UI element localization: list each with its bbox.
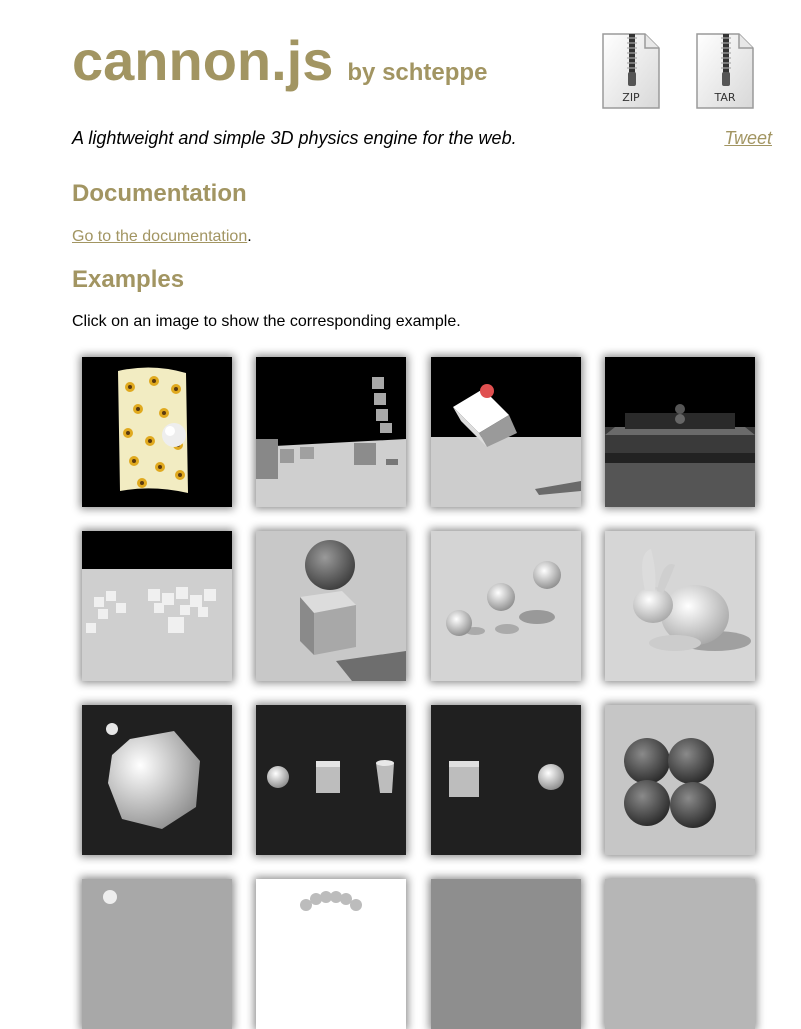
example-thumb-sphere-on-box[interactable] xyxy=(256,531,406,681)
example-thumb-falling-box[interactable] xyxy=(431,357,581,507)
tar-label: TAR xyxy=(714,91,736,104)
example-thumb-light-scene[interactable] xyxy=(605,879,755,1029)
examples-heading: Examples xyxy=(72,266,185,293)
example-thumb-gray-scene[interactable] xyxy=(431,879,581,1029)
zip-download-button[interactable]: ZIP xyxy=(601,32,661,110)
example-thumb-sphere-cluster[interactable] xyxy=(605,705,755,855)
documentation-heading: Documentation xyxy=(72,180,247,207)
example-thumb-box-tower[interactable] xyxy=(256,357,406,507)
byline: by schteppe xyxy=(347,59,488,86)
example-thumb-box-and-sphere[interactable] xyxy=(431,705,581,855)
documentation-line: Go to the documentation. xyxy=(72,227,252,247)
example-thumb-box-field[interactable] xyxy=(82,531,232,681)
example-thumb-stacked-walls[interactable] xyxy=(605,357,755,507)
example-thumb-bunny[interactable] xyxy=(605,531,755,681)
documentation-suffix: . xyxy=(247,228,252,245)
example-thumb-bouncing-spheres[interactable] xyxy=(431,531,581,681)
tagline: A lightweight and simple 3D physics engi… xyxy=(72,128,517,148)
zip-label: ZIP xyxy=(622,91,640,104)
example-thumb-shapes-row[interactable] xyxy=(256,705,406,855)
tar-download-button[interactable]: TAR xyxy=(695,32,755,110)
documentation-link[interactable]: Go to the documentation xyxy=(72,228,247,245)
example-thumb-sphere-ring[interactable] xyxy=(256,879,406,1029)
example-thumb-convex-sphere[interactable] xyxy=(82,705,232,855)
example-thumb-cloth-sphere[interactable] xyxy=(82,357,232,507)
tweet-link[interactable]: Tweet xyxy=(724,127,772,149)
examples-intro: Click on an image to show the correspond… xyxy=(72,313,461,330)
title-text: cannon.js xyxy=(72,29,334,92)
page-title: cannon.js by schteppe xyxy=(72,26,487,108)
example-thumb-small-sphere[interactable] xyxy=(82,879,232,1029)
